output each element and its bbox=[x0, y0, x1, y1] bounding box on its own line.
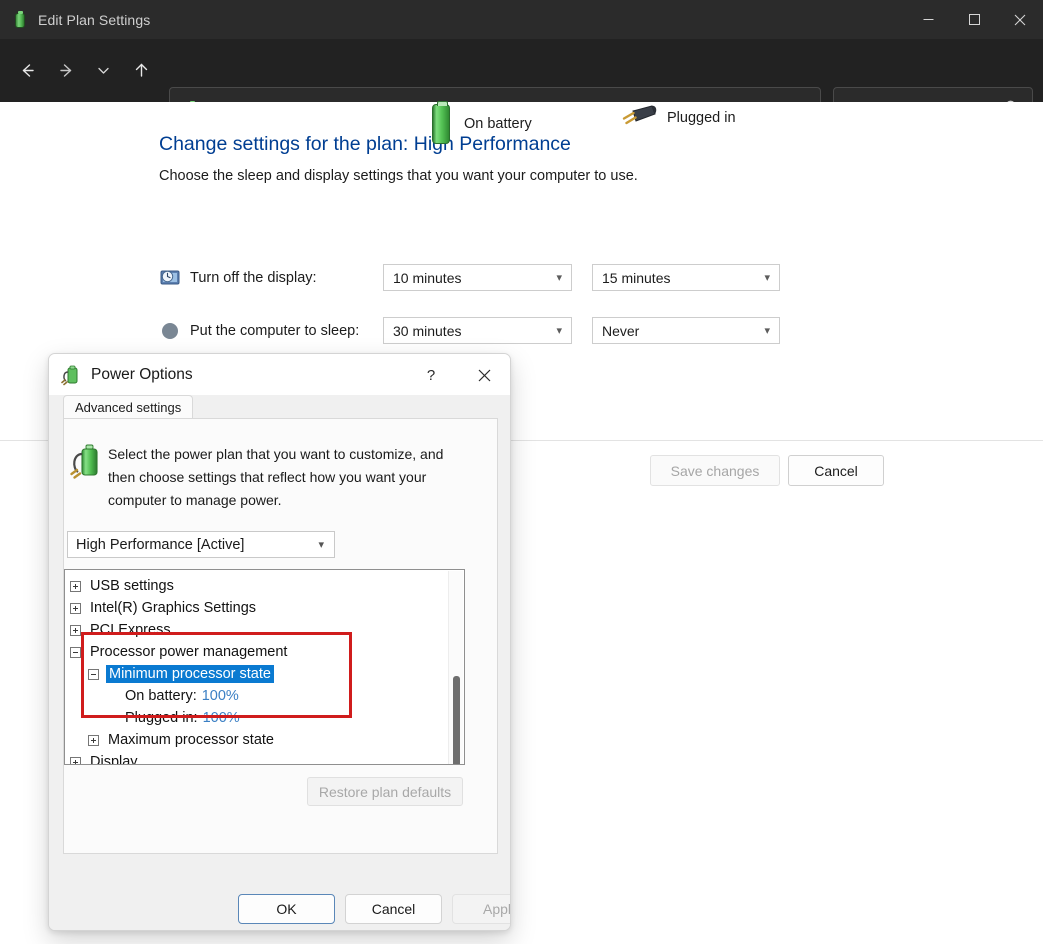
tree-leaf-value[interactable]: 100% bbox=[202, 688, 239, 704]
apply-label: Apply bbox=[483, 901, 511, 917]
setting-row-label: Turn off the display: bbox=[190, 270, 317, 286]
tree-leaf-label: On battery: bbox=[125, 688, 197, 704]
power-options-dialog: Power Options ? Advanced settings bbox=[48, 353, 511, 931]
minimize-icon[interactable] bbox=[905, 0, 951, 39]
expand-plus-icon[interactable] bbox=[88, 735, 99, 746]
tree-leaf-label: Plugged in: bbox=[125, 710, 198, 726]
restore-plan-defaults-label: Restore plan defaults bbox=[319, 784, 451, 800]
setting-row-turn-off-display: Turn off the display: bbox=[159, 264, 317, 292]
dialog-footer: OK Cancel Apply bbox=[49, 854, 511, 931]
sleep-plugged-value: Never bbox=[602, 323, 639, 339]
tree-item-label: Maximum processor state bbox=[106, 732, 276, 748]
chevron-down-icon: ▾ bbox=[764, 324, 770, 337]
tree-item-label: Processor power management bbox=[88, 644, 289, 660]
app-window: Edit Plan Settings bbox=[0, 0, 1043, 944]
maximize-icon[interactable] bbox=[951, 0, 997, 39]
close-icon[interactable] bbox=[997, 0, 1043, 39]
tree-scrollbar[interactable] bbox=[448, 571, 463, 765]
tree-item-usb-settings[interactable]: USB settings bbox=[69, 575, 464, 597]
apply-button[interactable]: Apply bbox=[452, 894, 511, 924]
sleep-battery-select[interactable]: 30 minutes ▾ bbox=[383, 317, 572, 344]
ok-button[interactable]: OK bbox=[238, 894, 335, 924]
restore-plan-defaults-button[interactable]: Restore plan defaults bbox=[307, 777, 463, 806]
display-clock-icon bbox=[159, 267, 181, 289]
save-changes-label: Save changes bbox=[671, 463, 760, 479]
tree-item-intel-graphics-settings[interactable]: Intel(R) Graphics Settings bbox=[69, 597, 464, 619]
display-plugged-select[interactable]: 15 minutes ▾ bbox=[592, 264, 780, 291]
column-header-on-battery: On battery bbox=[424, 102, 532, 146]
tree-root: USB settings Intel(R) Graphics Settings … bbox=[65, 570, 464, 765]
window-controls bbox=[905, 0, 1043, 39]
power-plug-battery-icon bbox=[69, 441, 105, 481]
display-plugged-value: 15 minutes bbox=[602, 270, 670, 286]
chevron-down-icon: ▾ bbox=[764, 271, 770, 284]
dialog-tab-strip: Advanced settings bbox=[49, 395, 511, 419]
collapse-minus-icon[interactable] bbox=[70, 647, 81, 658]
collapse-minus-icon[interactable] bbox=[88, 669, 99, 680]
tree-item-maximum-processor-state[interactable]: Maximum processor state bbox=[69, 729, 464, 751]
column-header-plugged-in-label: Plugged in bbox=[667, 110, 736, 126]
tree-scrollbar-thumb[interactable] bbox=[453, 676, 460, 765]
help-icon[interactable]: ? bbox=[418, 362, 444, 388]
power-plug-icon bbox=[619, 102, 659, 134]
dialog-close-icon[interactable] bbox=[468, 360, 500, 390]
cancel-label: Cancel bbox=[814, 463, 858, 479]
save-changes-button[interactable]: Save changes bbox=[650, 455, 780, 486]
ok-label: OK bbox=[276, 901, 296, 917]
chevron-down-icon: ▾ bbox=[556, 271, 562, 284]
tree-item-display[interactable]: Display bbox=[69, 751, 464, 765]
tree-item-label: PCI Express bbox=[88, 622, 173, 638]
tree-item-label-selected: Minimum processor state bbox=[106, 665, 274, 683]
display-battery-select[interactable]: 10 minutes ▾ bbox=[383, 264, 572, 291]
dialog-tab-panel: Select the power plan that you want to c… bbox=[63, 418, 498, 854]
dialog-description: Select the power plan that you want to c… bbox=[108, 443, 463, 512]
column-header-on-battery-label: On battery bbox=[464, 116, 532, 132]
expand-plus-icon[interactable] bbox=[70, 757, 81, 766]
setting-row-put-computer-to-sleep: Put the computer to sleep: bbox=[159, 317, 359, 345]
power-plan-select[interactable]: High Performance [Active] ▾ bbox=[67, 531, 335, 558]
dialog-cancel-button[interactable]: Cancel bbox=[345, 894, 442, 924]
expand-plus-icon[interactable] bbox=[70, 603, 81, 614]
dialog-title: Power Options bbox=[91, 366, 193, 384]
sleep-battery-value: 30 minutes bbox=[393, 323, 461, 339]
tab-advanced-settings[interactable]: Advanced settings bbox=[63, 395, 193, 419]
advanced-settings-tree[interactable]: USB settings Intel(R) Graphics Settings … bbox=[64, 569, 465, 765]
tree-item-pci-express[interactable]: PCI Express bbox=[69, 619, 464, 641]
dialog-cancel-label: Cancel bbox=[372, 901, 416, 917]
tree-leaf-on-battery[interactable]: On battery: 100% bbox=[69, 685, 464, 707]
chevron-down-icon: ▾ bbox=[556, 324, 562, 337]
tree-item-label: Intel(R) Graphics Settings bbox=[88, 600, 258, 616]
forward-icon[interactable] bbox=[48, 54, 82, 88]
setting-row-label: Put the computer to sleep: bbox=[190, 323, 359, 339]
tree-item-minimum-processor-state[interactable]: Minimum processor state bbox=[69, 663, 464, 685]
tree-item-label: USB settings bbox=[88, 578, 176, 594]
expand-plus-icon[interactable] bbox=[70, 581, 81, 592]
sleep-moon-icon bbox=[159, 320, 181, 342]
tree-leaf-plugged-in[interactable]: Plugged in: 100% bbox=[69, 707, 464, 729]
tree-leaf-value[interactable]: 100% bbox=[203, 710, 240, 726]
chevron-down-icon: ▾ bbox=[318, 538, 324, 551]
column-header-plugged-in: Plugged in bbox=[619, 102, 736, 134]
sleep-plugged-select[interactable]: Never ▾ bbox=[592, 317, 780, 344]
navigation-bar: « Power Options › Edit Plan Settings bbox=[0, 39, 1043, 102]
display-battery-value: 10 minutes bbox=[393, 270, 461, 286]
cancel-button[interactable]: Cancel bbox=[788, 455, 884, 486]
tree-item-processor-power-management[interactable]: Processor power management bbox=[69, 641, 464, 663]
title-bar: Edit Plan Settings bbox=[0, 0, 1043, 39]
page-subtitle: Choose the sleep and display settings th… bbox=[159, 168, 638, 184]
tree-item-label: Display bbox=[88, 754, 140, 765]
power-plan-value: High Performance [Active] bbox=[76, 537, 244, 553]
dialog-title-bar: Power Options ? bbox=[49, 354, 511, 395]
up-icon[interactable] bbox=[124, 54, 158, 88]
back-icon[interactable] bbox=[10, 54, 44, 88]
battery-icon bbox=[12, 11, 28, 29]
battery-icon bbox=[424, 102, 458, 146]
recent-locations-chevron-down-icon[interactable] bbox=[86, 54, 120, 88]
window-title: Edit Plan Settings bbox=[38, 12, 150, 28]
power-plug-battery-icon bbox=[60, 364, 82, 386]
expand-plus-icon[interactable] bbox=[70, 625, 81, 636]
